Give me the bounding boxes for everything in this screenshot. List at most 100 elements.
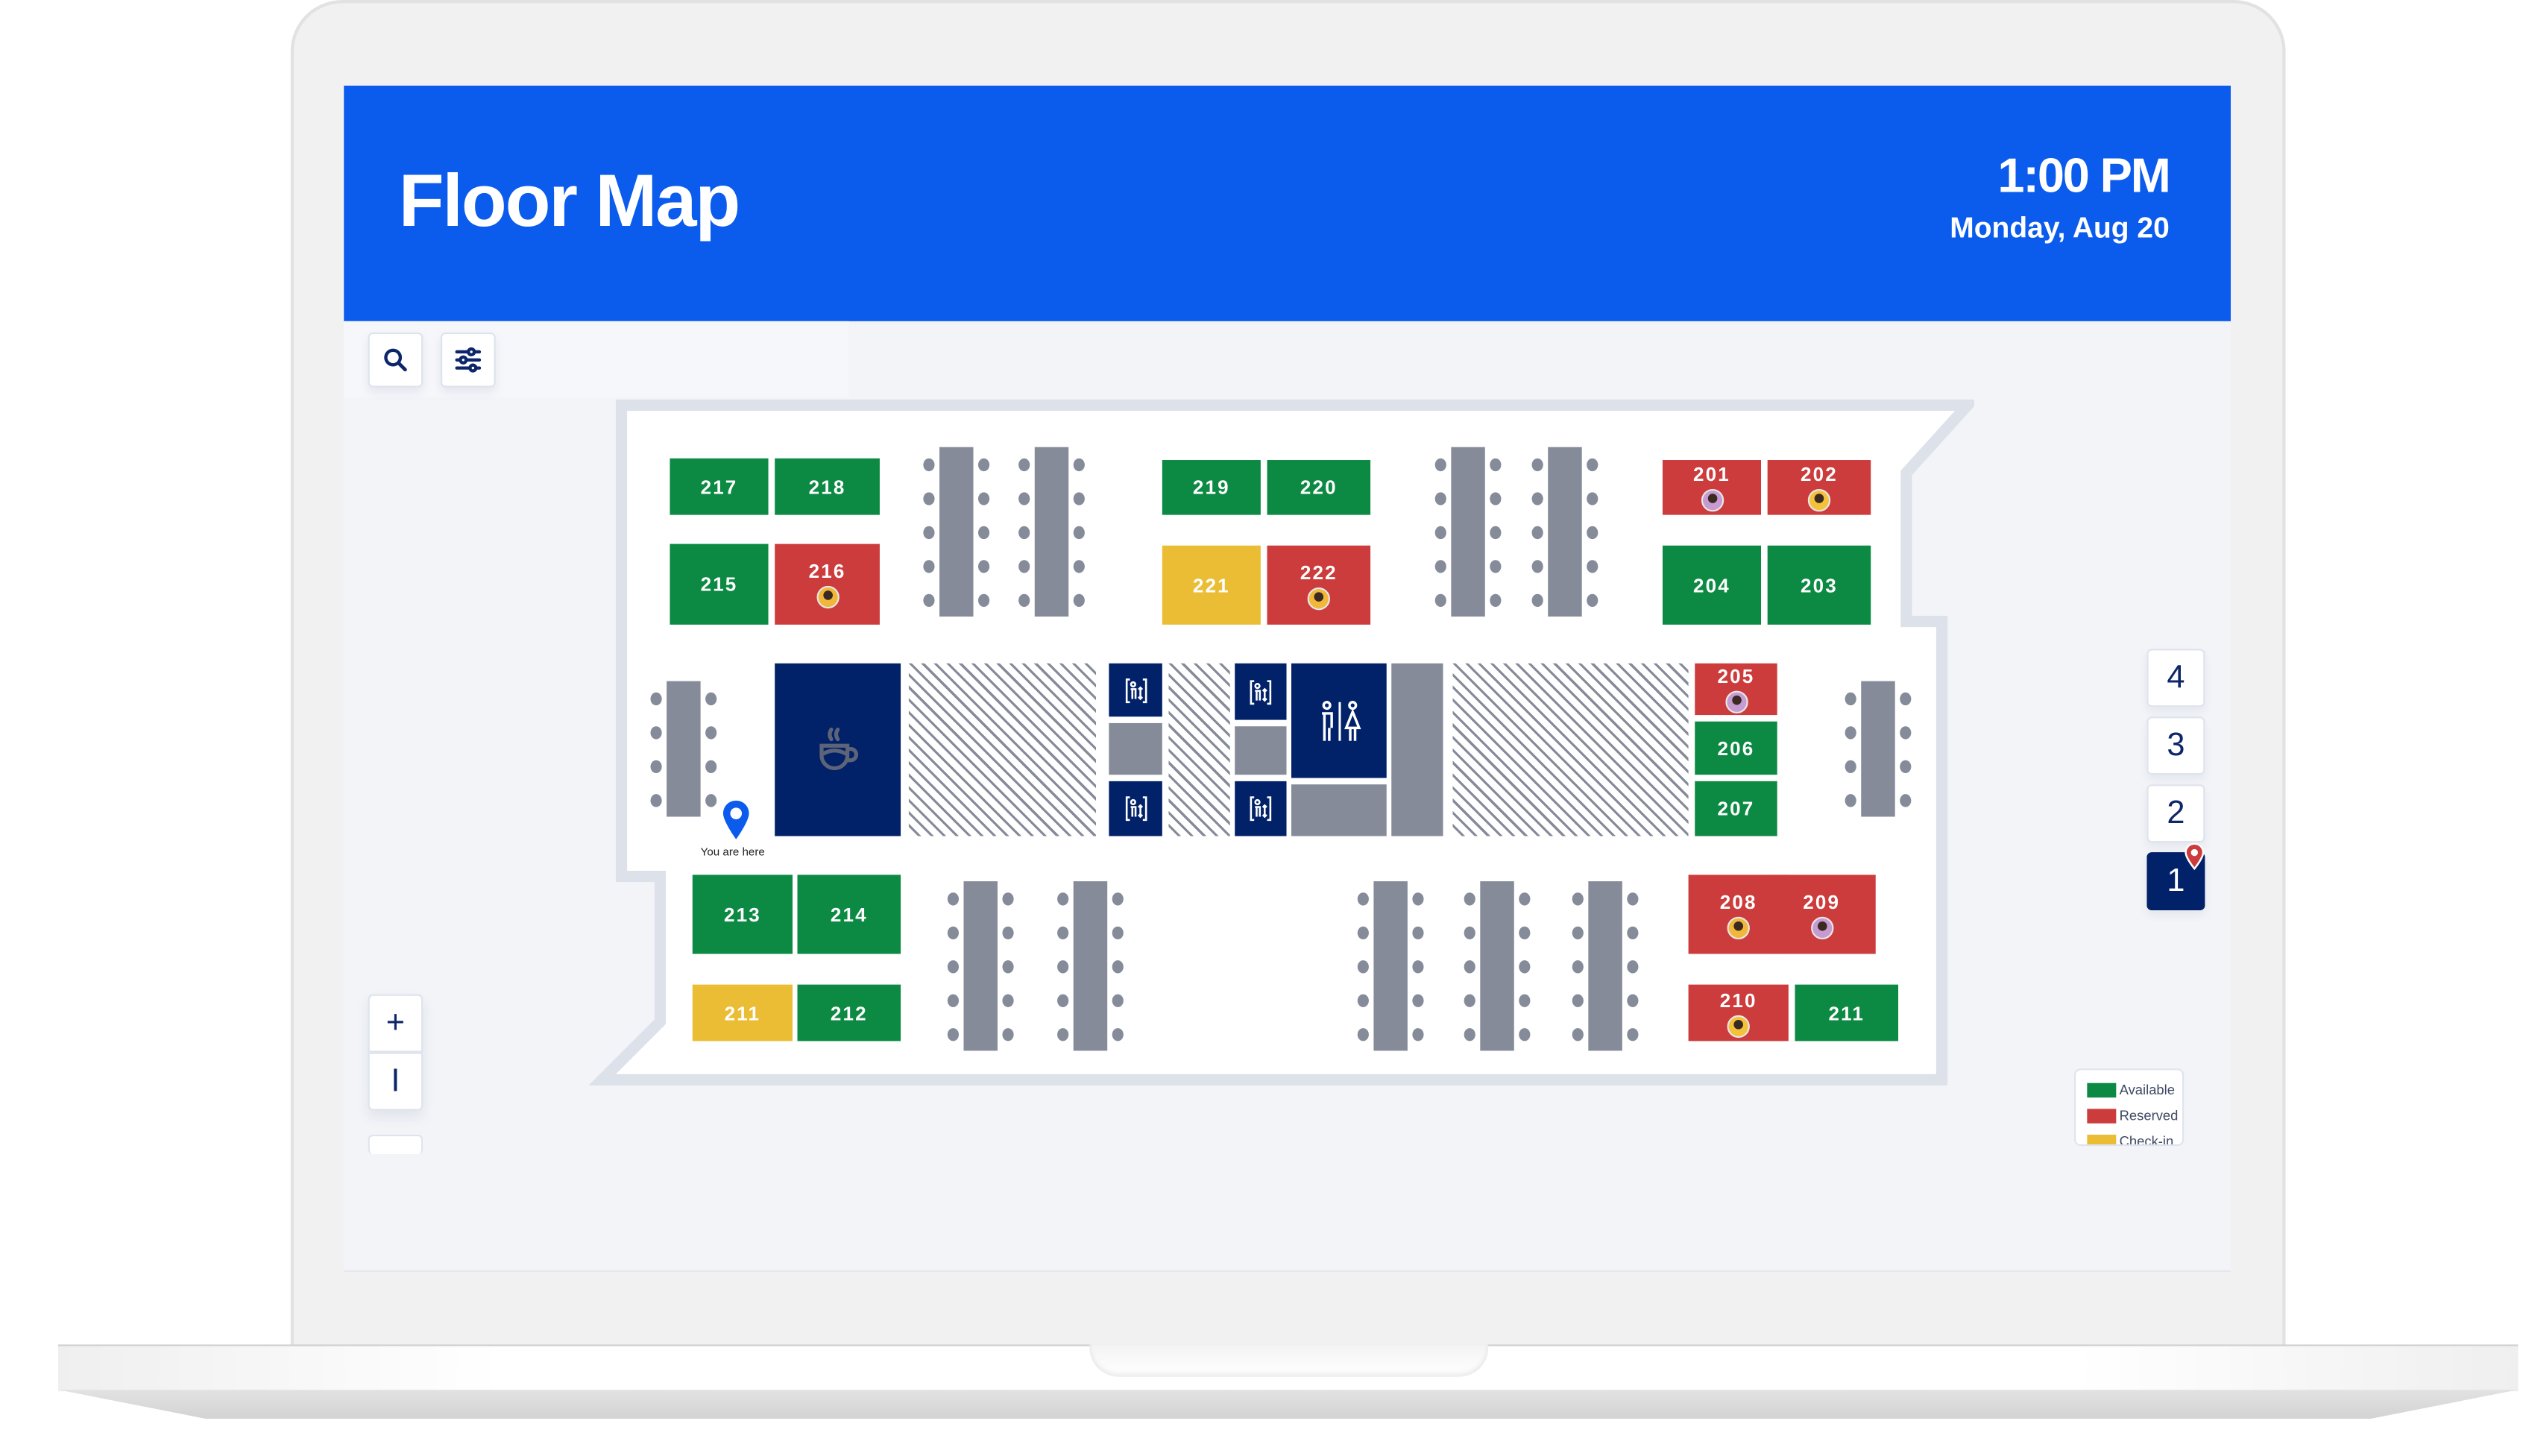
chair [650,691,662,705]
elevator-icon [1124,796,1147,822]
room-219[interactable]: 219 [1162,460,1261,515]
chair [1572,1027,1584,1041]
cafe-area[interactable] [775,663,901,836]
chair [1057,993,1069,1006]
chair [1412,1027,1424,1041]
chair [1073,559,1085,573]
chair [1587,457,1598,471]
room-205[interactable]: 205 [1695,663,1777,716]
chair [650,759,662,772]
restricted-area [1168,663,1230,836]
room-218[interactable]: 218 [775,458,880,515]
chair [705,759,717,772]
elevator[interactable] [1235,781,1287,836]
floor-button-2[interactable]: 2 [2146,784,2205,843]
chair [1057,892,1069,905]
room-number: 212 [830,1001,868,1024]
chair [1627,1027,1639,1041]
app-screen: Floor Map 1:00 PM Monday, Aug 20 217 218… [344,85,2231,1270]
elevator[interactable] [1109,663,1162,717]
room-202[interactable]: 202 [1767,460,1871,515]
chair [923,525,935,539]
laptop-base-lower [57,1390,2519,1419]
zoom-extra-control[interactable] [368,1134,423,1154]
floor-button-4[interactable]: 4 [2146,649,2205,707]
chair [1412,959,1424,973]
room-201[interactable]: 201 [1662,460,1762,515]
stairwell [1391,663,1443,836]
chair [1490,491,1502,505]
service-shaft [1109,722,1162,775]
chair [1845,759,1856,772]
room-216[interactable]: 216 [775,543,880,625]
bench-table [1480,881,1514,1051]
room-204[interactable]: 204 [1662,545,1762,625]
chair [1018,559,1030,573]
service-shaft [1235,726,1287,775]
chair [1073,457,1085,471]
chair [1587,491,1598,505]
room-215[interactable]: 215 [670,543,769,625]
room-209[interactable]: 209 [1767,874,1876,954]
room-number: 222 [1300,561,1338,584]
avatar [816,585,839,609]
room-212[interactable]: 212 [797,984,901,1041]
floor-button-3[interactable]: 3 [2146,716,2205,775]
chair [1519,993,1531,1006]
zoom-in-button[interactable]: + [369,996,422,1054]
zoom-out-button[interactable]: I [370,1054,421,1109]
room-213[interactable]: 213 [692,874,793,954]
chair [1018,593,1030,606]
chair [1002,892,1014,905]
chair [1057,959,1069,973]
legend-item-available: Available [2087,1077,2182,1103]
service-shaft [1291,784,1387,836]
room-221[interactable]: 221 [1162,545,1261,625]
chair [1073,491,1085,505]
bench-table [1548,447,1582,617]
chair [923,457,935,471]
chair [977,525,990,539]
elevator[interactable] [1235,663,1287,720]
chair [1002,1027,1014,1041]
restricted-area [1452,663,1689,836]
chair [1464,959,1475,973]
chair [1464,1027,1475,1041]
chair [1627,959,1639,973]
floor-button-label: 1 [2167,863,2185,898]
restroom[interactable] [1291,663,1387,778]
chair [1900,725,1912,739]
chair [650,793,662,807]
avatar [1727,1014,1750,1038]
chair [1531,457,1543,471]
chair [1587,593,1598,606]
room-203[interactable]: 203 [1767,545,1871,625]
room-222[interactable]: 222 [1267,545,1371,625]
chair [1627,993,1639,1006]
room-207[interactable]: 207 [1695,781,1777,836]
chair [1412,993,1424,1006]
chair [923,593,935,606]
room-211[interactable]: 211 [1795,984,1899,1041]
room-220[interactable]: 220 [1267,460,1371,515]
room-211[interactable]: 211 [692,984,793,1041]
chair [1073,525,1085,539]
chair [1572,925,1584,939]
chair [947,1027,960,1041]
elevator[interactable] [1109,781,1162,836]
room-206[interactable]: 206 [1695,721,1777,775]
chair [1464,892,1475,905]
room-number: 205 [1717,664,1755,688]
status-legend: Available Reserved Check-in [2074,1068,2185,1147]
room-number: 210 [1719,989,1757,1012]
chair [1519,959,1531,973]
chair [1057,1027,1069,1041]
restroom-icon [1321,699,1361,740]
room-217[interactable]: 217 [670,458,769,515]
chair [1002,959,1014,973]
chair [1845,691,1856,705]
room-210[interactable]: 210 [1688,984,1789,1041]
chair [1587,559,1598,573]
room-214[interactable]: 214 [797,874,901,954]
room-number: 207 [1717,797,1755,820]
